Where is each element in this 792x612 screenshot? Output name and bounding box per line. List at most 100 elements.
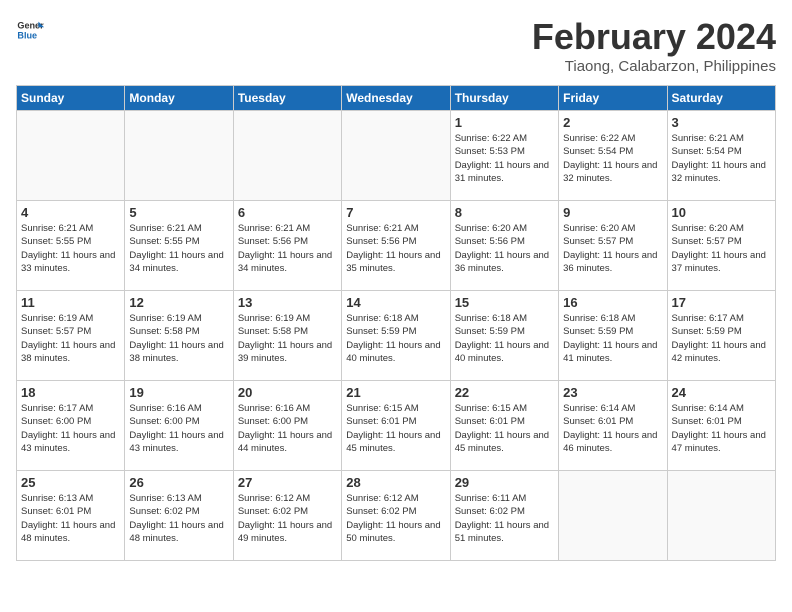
table-row: 22 Sunrise: 6:15 AMSunset: 6:01 PMDaylig… [450, 381, 558, 471]
logo-icon: General Blue [16, 16, 44, 44]
day-number: 12 [129, 295, 228, 310]
day-number: 18 [21, 385, 120, 400]
table-row [17, 111, 125, 201]
day-number: 25 [21, 475, 120, 490]
header: General Blue February 2024 Tiaong, Calab… [16, 16, 776, 75]
day-info: Sunrise: 6:20 AMSunset: 5:57 PMDaylight:… [672, 222, 771, 275]
day-info: Sunrise: 6:14 AMSunset: 6:01 PMDaylight:… [672, 402, 771, 455]
table-row: 11 Sunrise: 6:19 AMSunset: 5:57 PMDaylig… [17, 291, 125, 381]
table-row: 29 Sunrise: 6:11 AMSunset: 6:02 PMDaylig… [450, 471, 558, 561]
day-info: Sunrise: 6:17 AMSunset: 6:00 PMDaylight:… [21, 402, 120, 455]
table-row: 28 Sunrise: 6:12 AMSunset: 6:02 PMDaylig… [342, 471, 450, 561]
table-row: 7 Sunrise: 6:21 AMSunset: 5:56 PMDayligh… [342, 201, 450, 291]
calendar-week-row: 25 Sunrise: 6:13 AMSunset: 6:01 PMDaylig… [17, 471, 776, 561]
header-thursday: Thursday [450, 86, 558, 111]
table-row: 14 Sunrise: 6:18 AMSunset: 5:59 PMDaylig… [342, 291, 450, 381]
day-number: 6 [238, 205, 337, 220]
svg-text:Blue: Blue [17, 30, 37, 40]
day-info: Sunrise: 6:22 AMSunset: 5:53 PMDaylight:… [455, 132, 554, 185]
day-number: 8 [455, 205, 554, 220]
day-info: Sunrise: 6:11 AMSunset: 6:02 PMDaylight:… [455, 492, 554, 545]
day-number: 20 [238, 385, 337, 400]
table-row: 19 Sunrise: 6:16 AMSunset: 6:00 PMDaylig… [125, 381, 233, 471]
days-header-row: Sunday Monday Tuesday Wednesday Thursday… [17, 86, 776, 111]
day-info: Sunrise: 6:12 AMSunset: 6:02 PMDaylight:… [346, 492, 445, 545]
table-row [342, 111, 450, 201]
day-info: Sunrise: 6:16 AMSunset: 6:00 PMDaylight:… [238, 402, 337, 455]
calendar-week-row: 1 Sunrise: 6:22 AMSunset: 5:53 PMDayligh… [17, 111, 776, 201]
day-number: 3 [672, 115, 771, 130]
calendar-week-row: 18 Sunrise: 6:17 AMSunset: 6:00 PMDaylig… [17, 381, 776, 471]
table-row: 24 Sunrise: 6:14 AMSunset: 6:01 PMDaylig… [667, 381, 775, 471]
table-row: 5 Sunrise: 6:21 AMSunset: 5:55 PMDayligh… [125, 201, 233, 291]
day-info: Sunrise: 6:22 AMSunset: 5:54 PMDaylight:… [563, 132, 662, 185]
table-row: 2 Sunrise: 6:22 AMSunset: 5:54 PMDayligh… [559, 111, 667, 201]
table-row: 13 Sunrise: 6:19 AMSunset: 5:58 PMDaylig… [233, 291, 341, 381]
table-row: 12 Sunrise: 6:19 AMSunset: 5:58 PMDaylig… [125, 291, 233, 381]
day-info: Sunrise: 6:16 AMSunset: 6:00 PMDaylight:… [129, 402, 228, 455]
table-row: 18 Sunrise: 6:17 AMSunset: 6:00 PMDaylig… [17, 381, 125, 471]
day-number: 2 [563, 115, 662, 130]
day-info: Sunrise: 6:19 AMSunset: 5:57 PMDaylight:… [21, 312, 120, 365]
header-wednesday: Wednesday [342, 86, 450, 111]
day-info: Sunrise: 6:21 AMSunset: 5:56 PMDaylight:… [238, 222, 337, 275]
table-row: 3 Sunrise: 6:21 AMSunset: 5:54 PMDayligh… [667, 111, 775, 201]
day-number: 15 [455, 295, 554, 310]
table-row: 26 Sunrise: 6:13 AMSunset: 6:02 PMDaylig… [125, 471, 233, 561]
day-info: Sunrise: 6:20 AMSunset: 5:57 PMDaylight:… [563, 222, 662, 275]
day-info: Sunrise: 6:15 AMSunset: 6:01 PMDaylight:… [455, 402, 554, 455]
day-number: 13 [238, 295, 337, 310]
table-row [125, 111, 233, 201]
table-row: 15 Sunrise: 6:18 AMSunset: 5:59 PMDaylig… [450, 291, 558, 381]
day-info: Sunrise: 6:17 AMSunset: 5:59 PMDaylight:… [672, 312, 771, 365]
day-number: 10 [672, 205, 771, 220]
day-number: 9 [563, 205, 662, 220]
header-friday: Friday [559, 86, 667, 111]
day-info: Sunrise: 6:21 AMSunset: 5:56 PMDaylight:… [346, 222, 445, 275]
day-info: Sunrise: 6:21 AMSunset: 5:54 PMDaylight:… [672, 132, 771, 185]
table-row: 6 Sunrise: 6:21 AMSunset: 5:56 PMDayligh… [233, 201, 341, 291]
calendar-week-row: 4 Sunrise: 6:21 AMSunset: 5:55 PMDayligh… [17, 201, 776, 291]
day-number: 11 [21, 295, 120, 310]
table-row: 27 Sunrise: 6:12 AMSunset: 6:02 PMDaylig… [233, 471, 341, 561]
day-number: 21 [346, 385, 445, 400]
day-info: Sunrise: 6:18 AMSunset: 5:59 PMDaylight:… [455, 312, 554, 365]
table-row [559, 471, 667, 561]
calendar-week-row: 11 Sunrise: 6:19 AMSunset: 5:57 PMDaylig… [17, 291, 776, 381]
day-number: 29 [455, 475, 554, 490]
day-info: Sunrise: 6:21 AMSunset: 5:55 PMDaylight:… [129, 222, 228, 275]
day-number: 26 [129, 475, 228, 490]
day-number: 7 [346, 205, 445, 220]
header-sunday: Sunday [17, 86, 125, 111]
header-tuesday: Tuesday [233, 86, 341, 111]
day-number: 16 [563, 295, 662, 310]
day-number: 4 [21, 205, 120, 220]
calendar-subtitle: Tiaong, Calabarzon, Philippines [532, 58, 776, 75]
day-info: Sunrise: 6:14 AMSunset: 6:01 PMDaylight:… [563, 402, 662, 455]
day-info: Sunrise: 6:19 AMSunset: 5:58 PMDaylight:… [129, 312, 228, 365]
header-saturday: Saturday [667, 86, 775, 111]
table-row: 16 Sunrise: 6:18 AMSunset: 5:59 PMDaylig… [559, 291, 667, 381]
table-row: 4 Sunrise: 6:21 AMSunset: 5:55 PMDayligh… [17, 201, 125, 291]
day-number: 17 [672, 295, 771, 310]
day-number: 1 [455, 115, 554, 130]
calendar-table: Sunday Monday Tuesday Wednesday Thursday… [16, 85, 776, 561]
day-info: Sunrise: 6:15 AMSunset: 6:01 PMDaylight:… [346, 402, 445, 455]
day-number: 28 [346, 475, 445, 490]
day-number: 27 [238, 475, 337, 490]
day-info: Sunrise: 6:20 AMSunset: 5:56 PMDaylight:… [455, 222, 554, 275]
day-number: 23 [563, 385, 662, 400]
day-number: 24 [672, 385, 771, 400]
day-info: Sunrise: 6:13 AMSunset: 6:01 PMDaylight:… [21, 492, 120, 545]
title-area: February 2024 Tiaong, Calabarzon, Philip… [532, 16, 776, 75]
table-row: 20 Sunrise: 6:16 AMSunset: 6:00 PMDaylig… [233, 381, 341, 471]
day-info: Sunrise: 6:21 AMSunset: 5:55 PMDaylight:… [21, 222, 120, 275]
day-info: Sunrise: 6:18 AMSunset: 5:59 PMDaylight:… [346, 312, 445, 365]
logo: General Blue [16, 16, 44, 44]
table-row: 21 Sunrise: 6:15 AMSunset: 6:01 PMDaylig… [342, 381, 450, 471]
table-row: 1 Sunrise: 6:22 AMSunset: 5:53 PMDayligh… [450, 111, 558, 201]
header-monday: Monday [125, 86, 233, 111]
day-info: Sunrise: 6:18 AMSunset: 5:59 PMDaylight:… [563, 312, 662, 365]
day-number: 22 [455, 385, 554, 400]
calendar-title: February 2024 [532, 16, 776, 58]
